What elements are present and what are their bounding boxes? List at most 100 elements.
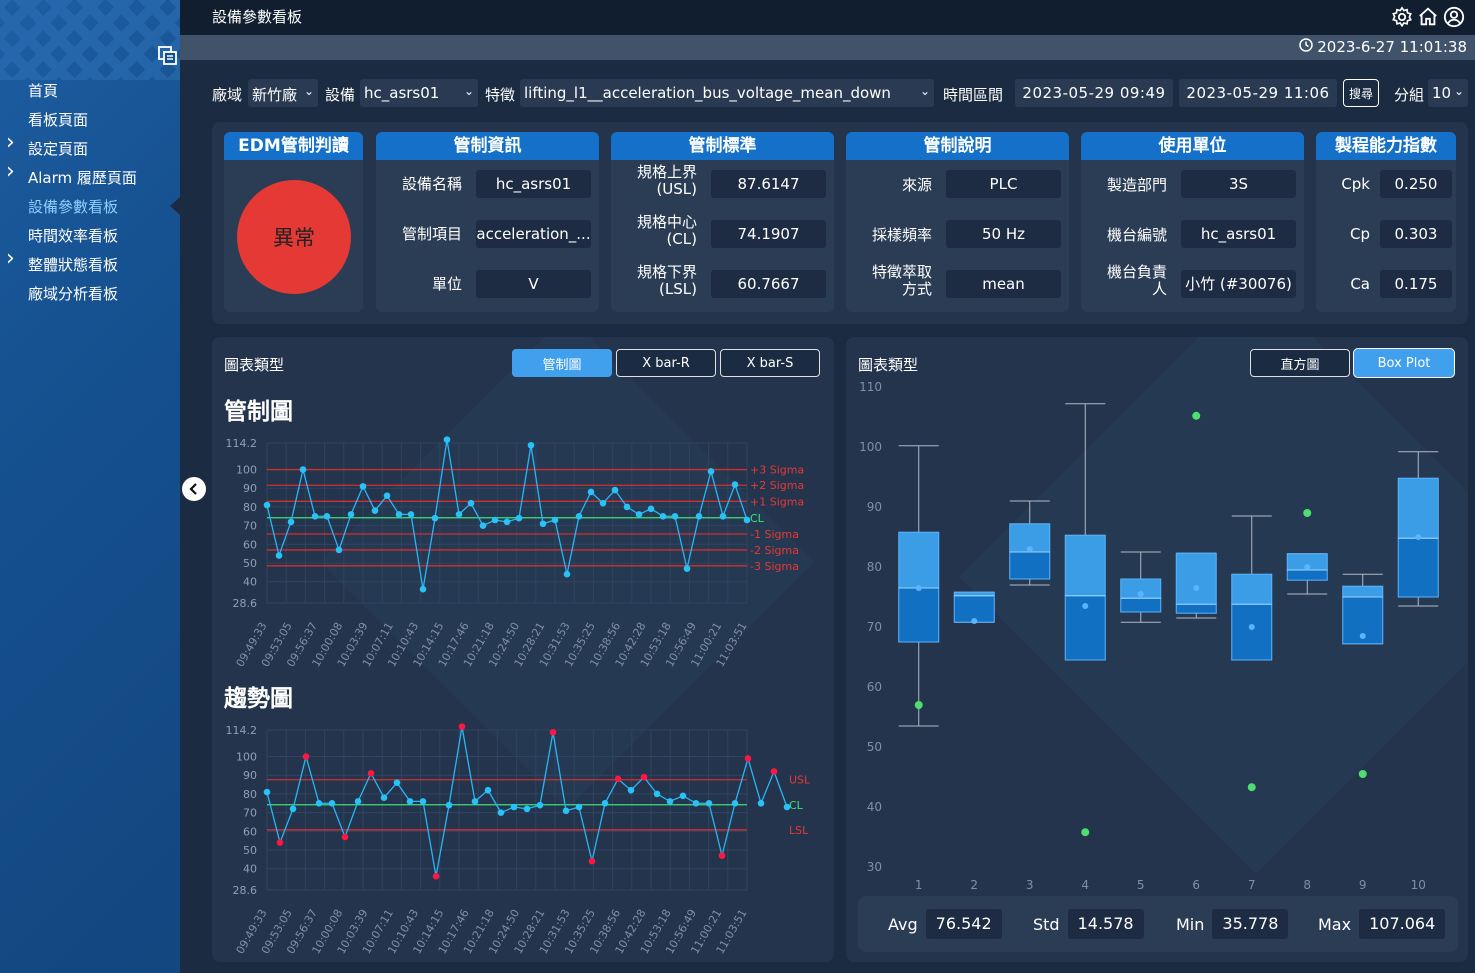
info-key: 規格下界 (LSL) [611,264,697,298]
outlier-point [1081,828,1090,837]
sidebar-item[interactable]: › Alarm 履歷頁面 [0,159,180,190]
data-point [406,798,414,805]
sidebar-item[interactable]: › 整體狀態看板 [0,246,180,277]
data-point [471,798,479,805]
info-value: 50 Hz [946,220,1061,248]
user-icon[interactable] [1443,6,1465,32]
box-lower [1009,551,1051,580]
data-point [523,805,531,813]
y-tick-label: 70 [867,620,882,634]
mean-point [1359,633,1366,639]
y-tick-label: 80 [867,560,882,574]
end-time-input[interactable]: 2023-05-29 11:06 [1179,79,1337,107]
x-tick-label: 5 [1137,878,1145,892]
data-point [289,805,297,813]
capability-card: 製程能力指數 Cpk 0.250 Cp 0.303 Ca 0.175 [1316,132,1456,312]
data-point [276,839,284,846]
chevron-left-icon [188,480,200,499]
group-select[interactable]: 10 ⌄ [1428,79,1468,107]
data-point [719,512,727,520]
data-point [679,792,687,800]
sidebar: 首頁看板頁面 › 設定頁面 › Alarm 履歷頁面設備參數看板 時間效率看板 › 整體狀態看… [0,0,180,973]
info-row: 規格下界 (LSL) 60.7667 [611,264,834,300]
limit-label: +2 Sigma [750,479,804,492]
data-point [671,512,679,520]
feature-select[interactable]: lifting_l1__acceleration_bus_voltage_mea… [520,79,934,107]
y-tick-label: 110 [859,380,882,394]
data-point [692,799,700,807]
tab-control-chart[interactable]: 管制圖 [512,349,612,377]
info-value: mean [946,270,1061,298]
search-button[interactable]: 搜尋 [1343,79,1379,107]
y-tick-label: 28.6 [233,597,258,610]
end-time-value: 2023-05-29 11:06 [1186,84,1330,102]
sidebar-item[interactable]: 廠域分析看板 [0,280,180,306]
tab-box-plot[interactable]: Box Plot [1354,349,1454,377]
sidebar-item[interactable]: 看板頁面 [0,106,180,132]
outlier-point [1358,770,1367,778]
info-row: 製造部門 3S [1081,170,1304,200]
tab-xbar-s[interactable]: X bar-S [720,349,820,377]
control-chart-panel: 圖表類型 管制圖 X bar-R X bar-S 管制圖 趨勢圖 28.6 40 5… [212,337,834,962]
data-point [431,514,439,522]
data-point [455,511,463,518]
data-point [611,486,619,494]
collapse-sidebar-button[interactable] [182,477,206,501]
y-tick-label: 114.2 [226,437,258,450]
filter-bar: 廠域 新竹廠 ⌄ 設備 hc_asrs01 ⌄ 特徵 lifting_l1__acc… [212,78,1468,108]
data-point [527,441,535,449]
y-tick-label: 90 [243,769,257,782]
data-point [503,518,511,526]
tab-histogram[interactable]: 直方圖 [1250,349,1350,377]
y-tick-label: 40 [867,800,882,814]
x-tick-label: 1 [915,878,923,892]
tab-xbar-r[interactable]: X bar-R [616,349,716,377]
sidebar-item[interactable]: 設備參數看板 [0,193,180,219]
capability-title: 製程能力指數 [1316,132,1456,160]
sidebar-item-label: 整體狀態看板 [28,255,119,274]
box-plot-panel: 圖表類型 直方圖 Box Plot 30 40 50 60 70 80 90 100 110 1 2… [846,337,1468,962]
sidebar-item-label: 廠域分析看板 [28,284,119,303]
info-key-line: 採樣頻率 [871,226,932,244]
data-point [575,803,583,811]
info-value: hc_asrs01 [1181,220,1296,248]
box-upper [898,531,940,589]
info-row: Ca 0.175 [1316,270,1456,300]
site-select[interactable]: 新竹廠 ⌄ [248,79,318,107]
data-point [635,511,643,518]
info-row: 規格上界 (USL) 87.6147 [611,164,834,200]
sidebar-item[interactable]: › 設定頁面 [0,130,180,161]
min-value: 35.778 [1212,909,1289,939]
page-title: 設備參數看板 [212,8,303,26]
y-tick-label: 70 [243,807,257,820]
chevron-down-icon: ⌄ [919,84,930,98]
collapse-menu-icon[interactable] [157,45,179,67]
outlier-point [1192,411,1201,420]
unit-card: 使用單位 製造部門 3S 機台編號 hc_asrs01 機台負責人小竹 (#30076) [1081,132,1304,312]
equip-select[interactable]: hc_asrs01 ⌄ [360,79,478,107]
site-value: 新竹廠 [252,86,298,104]
standard-title: 管制標準 [611,132,834,160]
info-row: 機台編號 hc_asrs01 [1081,220,1304,250]
sidebar-item[interactable]: 時間效率看板 [0,222,180,248]
start-time-input[interactable]: 2023-05-29 09:49 [1015,79,1173,107]
status-badge: 異常 [237,180,351,294]
edm-title: EDM管制判讀 [224,132,363,160]
data-point [536,801,544,809]
data-point [515,514,523,522]
sidebar-item[interactable]: 首頁 [0,77,180,103]
min-label: Min [1176,914,1205,934]
info-key: 特徵萃取 方式 [846,264,932,298]
gear-icon[interactable] [1391,6,1413,32]
data-point [731,799,739,807]
y-tick-label: 90 [243,482,257,495]
box-lower [1120,597,1162,613]
home-icon[interactable] [1417,6,1439,32]
x-tick-label: 10 [1411,878,1426,892]
data-point [287,518,295,526]
info-key: 規格中心 (CL) [611,214,697,248]
data-point [539,520,547,528]
time-bar: 2023-6-27 11:01:38 [180,35,1475,60]
info-key: 製造部門 [1081,170,1167,194]
data-point [614,775,622,783]
